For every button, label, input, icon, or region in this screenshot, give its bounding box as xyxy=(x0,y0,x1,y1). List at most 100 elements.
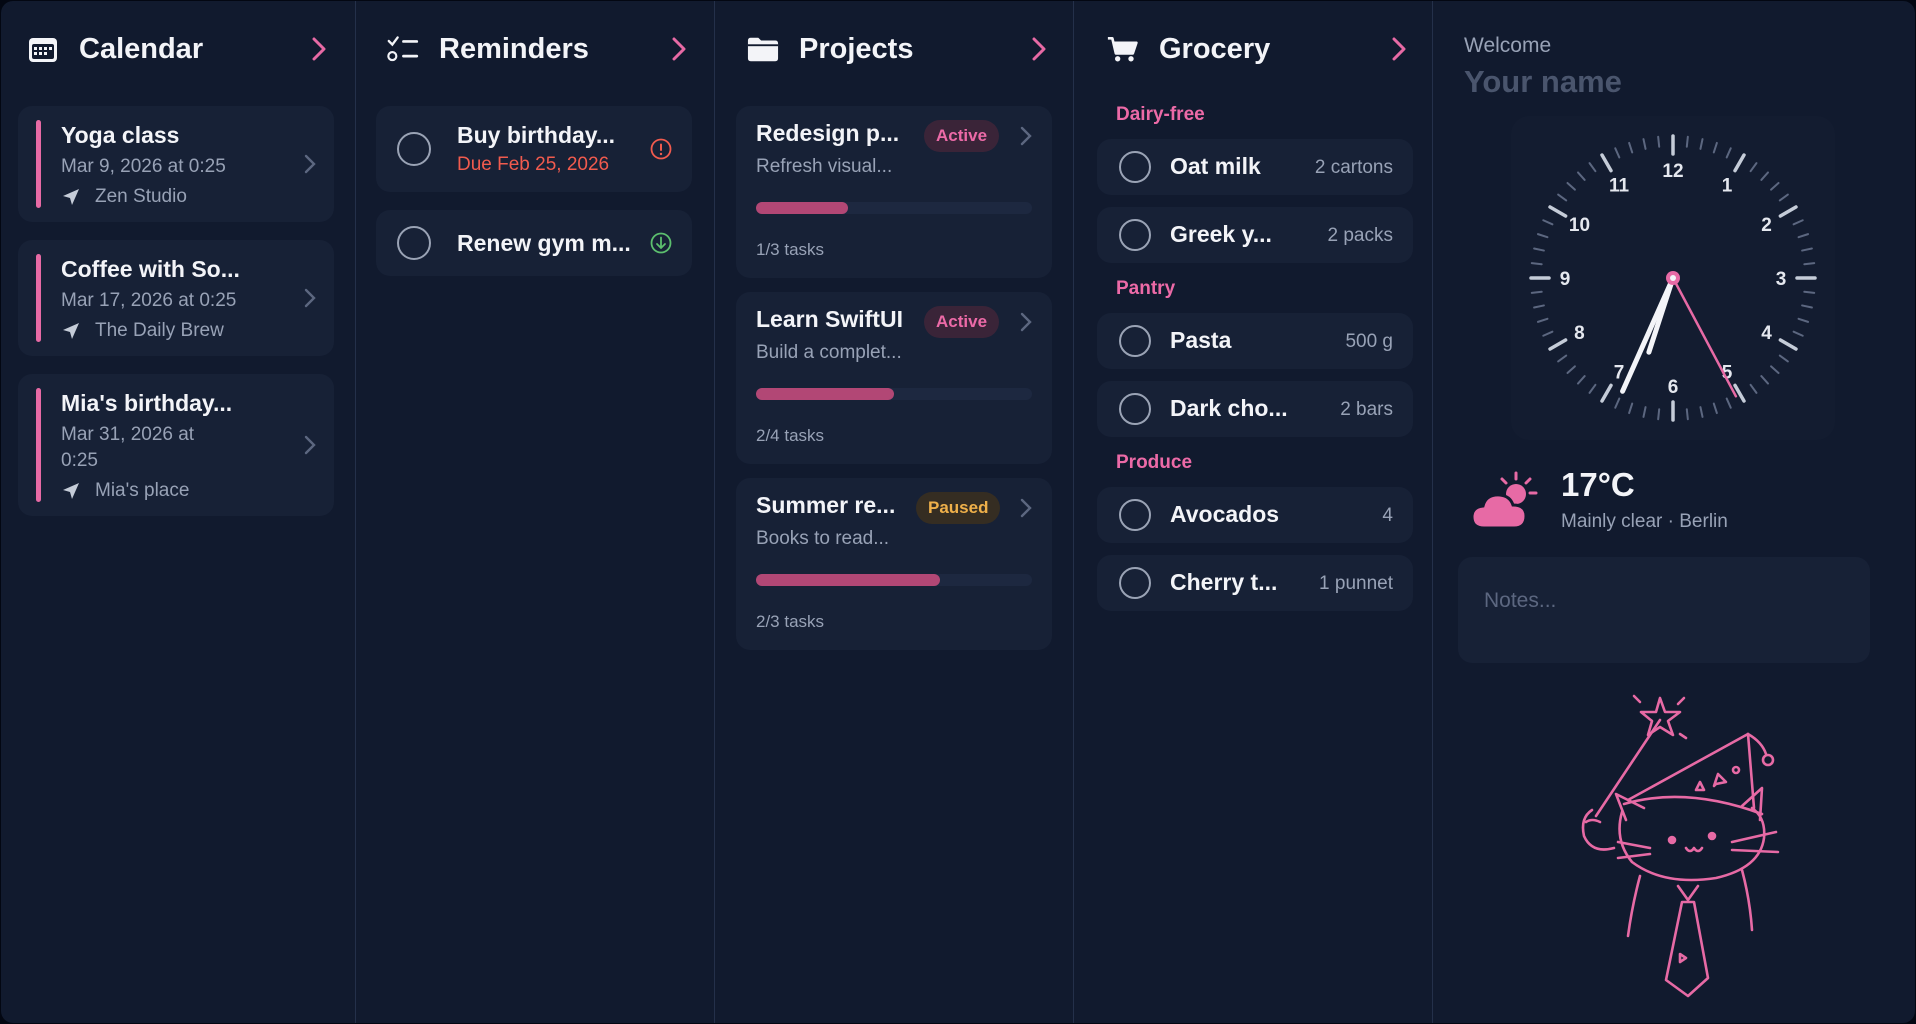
project-card[interactable]: Learn SwiftUI Active Build a complet... … xyxy=(736,292,1052,464)
event-accent-bar xyxy=(36,254,41,342)
clock-minute-tick xyxy=(1778,193,1789,202)
clock-minute-tick xyxy=(1712,402,1718,415)
grocery-checkbox[interactable] xyxy=(1119,567,1151,599)
low-priority-arrow-down-icon xyxy=(650,232,672,254)
event-title: Mia's birthday... xyxy=(61,390,233,416)
project-card[interactable]: Summer re... Paused Books to read... 2/3… xyxy=(736,478,1052,650)
grocery-item[interactable]: Greek y... 2 packs xyxy=(1097,207,1413,263)
project-title: Summer re... xyxy=(756,492,896,518)
clock-minute-tick xyxy=(1557,193,1568,202)
clock-minute-tick xyxy=(1614,147,1621,159)
grocery-item[interactable]: Oat milk 2 cartons xyxy=(1097,139,1413,195)
projects-header[interactable]: Projects xyxy=(747,30,1049,68)
calendar-header[interactable]: Calendar xyxy=(27,30,329,68)
grocery-item[interactable]: Avocados 4 xyxy=(1097,487,1413,543)
reminders-header[interactable]: Reminders xyxy=(387,30,689,68)
projects-title: Projects xyxy=(799,32,914,65)
cart-icon xyxy=(1107,33,1139,65)
clock-minute-tick xyxy=(1792,219,1804,226)
clock-minute-tick xyxy=(1749,162,1758,173)
clock-minute-tick xyxy=(1628,402,1634,415)
clock-number: 4 xyxy=(1761,323,1772,344)
partly-cloudy-icon xyxy=(1470,471,1538,530)
clock-minute-tick xyxy=(1536,233,1549,239)
clock-minute-tick xyxy=(1657,135,1661,148)
project-card[interactable]: Redesign p... Active Refresh visual... 1… xyxy=(736,106,1052,278)
clock-minute-tick xyxy=(1801,247,1813,252)
clock-minute-tick xyxy=(1533,247,1545,252)
notes-input[interactable] xyxy=(1458,557,1870,663)
clock-minute-tick xyxy=(1576,375,1586,385)
grocery-header[interactable]: Grocery xyxy=(1107,30,1409,68)
project-progress-bar xyxy=(756,574,1032,586)
second-hand xyxy=(1671,276,1738,398)
grocery-chevron-right-icon[interactable] xyxy=(1389,35,1409,63)
grocery-category-label: Produce xyxy=(1116,452,1193,473)
grocery-item[interactable]: Pasta 500 g xyxy=(1097,313,1413,369)
clock-number: 6 xyxy=(1668,377,1679,398)
welcome-label: Welcome xyxy=(1464,34,1552,57)
project-status-badge: Active xyxy=(924,120,1000,152)
project-subtitle: Books to read... xyxy=(756,528,890,549)
grocery-checkbox[interactable] xyxy=(1119,499,1151,531)
clock-minute-tick xyxy=(1803,290,1816,294)
location-arrow-icon xyxy=(63,323,79,339)
clock-hour-tick xyxy=(1600,153,1613,173)
reminder-due-date: Due Feb 25, 2026 xyxy=(457,154,610,175)
grocery-checkbox[interactable] xyxy=(1119,151,1151,183)
clock-minute-tick xyxy=(1699,138,1704,150)
grocery-item[interactable]: Cherry t... 1 punnet xyxy=(1097,555,1413,611)
grocery-checkbox[interactable] xyxy=(1119,325,1151,357)
reminder-item[interactable]: Buy birthday... Due Feb 25, 2026 xyxy=(376,106,692,192)
clock-minute-tick xyxy=(1725,397,1732,409)
calendar-event[interactable]: Mia's birthday... Mar 31, 2026 at 0:25 M… xyxy=(18,374,334,516)
chevron-right-icon xyxy=(1020,126,1032,146)
clock-minute-tick xyxy=(1542,330,1554,337)
grocery-item-quantity: 500 g xyxy=(1345,331,1393,352)
clock-minute-tick xyxy=(1614,397,1621,409)
project-progress-bar xyxy=(756,388,1032,400)
calendar-title: Calendar xyxy=(79,32,204,65)
grocery-item-name: Cherry t... xyxy=(1170,569,1278,595)
clock-minute-tick xyxy=(1657,408,1661,421)
clock-hour-tick xyxy=(1733,383,1746,403)
clock-number: 12 xyxy=(1662,161,1683,182)
name-field[interactable]: Your name xyxy=(1464,64,1622,100)
project-title: Learn SwiftUI xyxy=(756,306,903,332)
calendar-event[interactable]: Yoga class Mar 9, 2026 at 0:25 Zen Studi… xyxy=(18,106,334,222)
chevron-right-icon xyxy=(304,435,316,455)
project-progress-fill xyxy=(756,202,848,214)
calendar-icon xyxy=(27,33,59,65)
clock-minute-tick xyxy=(1725,147,1732,159)
calendar-event[interactable]: Coffee with So... Mar 17, 2026 at 0:25 T… xyxy=(18,240,334,356)
calendar-chevron-right-icon[interactable] xyxy=(309,35,329,63)
grocery-item-name: Greek y... xyxy=(1170,221,1272,247)
clock-minute-tick xyxy=(1699,406,1704,418)
project-subtitle: Refresh visual... xyxy=(756,156,893,177)
projects-chevron-right-icon[interactable] xyxy=(1029,35,1049,63)
event-accent-bar xyxy=(36,388,41,502)
chevron-right-icon xyxy=(304,288,316,308)
clock-number: 9 xyxy=(1560,269,1571,290)
grocery-item-quantity: 2 cartons xyxy=(1314,157,1393,178)
grocery-checkbox[interactable] xyxy=(1119,219,1151,251)
clock-minute-tick xyxy=(1685,135,1689,148)
clock-number: 11 xyxy=(1609,175,1630,196)
clock-hour-tick xyxy=(1600,383,1613,403)
reminder-checkbox[interactable] xyxy=(397,226,431,260)
clock-hour-tick xyxy=(1778,338,1798,351)
clock-number: 8 xyxy=(1574,323,1585,344)
clock-minute-tick xyxy=(1760,375,1770,385)
grocery-checkbox[interactable] xyxy=(1119,393,1151,425)
grocery-item-quantity: 2 packs xyxy=(1327,225,1393,246)
clock-minute-tick xyxy=(1760,171,1770,181)
chevron-right-icon xyxy=(304,154,316,174)
clock-minute-tick xyxy=(1712,141,1718,154)
reminder-checkbox[interactable] xyxy=(397,132,431,166)
project-progress-bar xyxy=(756,202,1032,214)
reminder-item[interactable]: Renew gym m... xyxy=(376,210,692,276)
grocery-category-label: Pantry xyxy=(1116,278,1176,299)
clock-center-cap xyxy=(1670,275,1676,281)
reminders-chevron-right-icon[interactable] xyxy=(669,35,689,63)
grocery-item[interactable]: Dark cho... 2 bars xyxy=(1097,381,1413,437)
